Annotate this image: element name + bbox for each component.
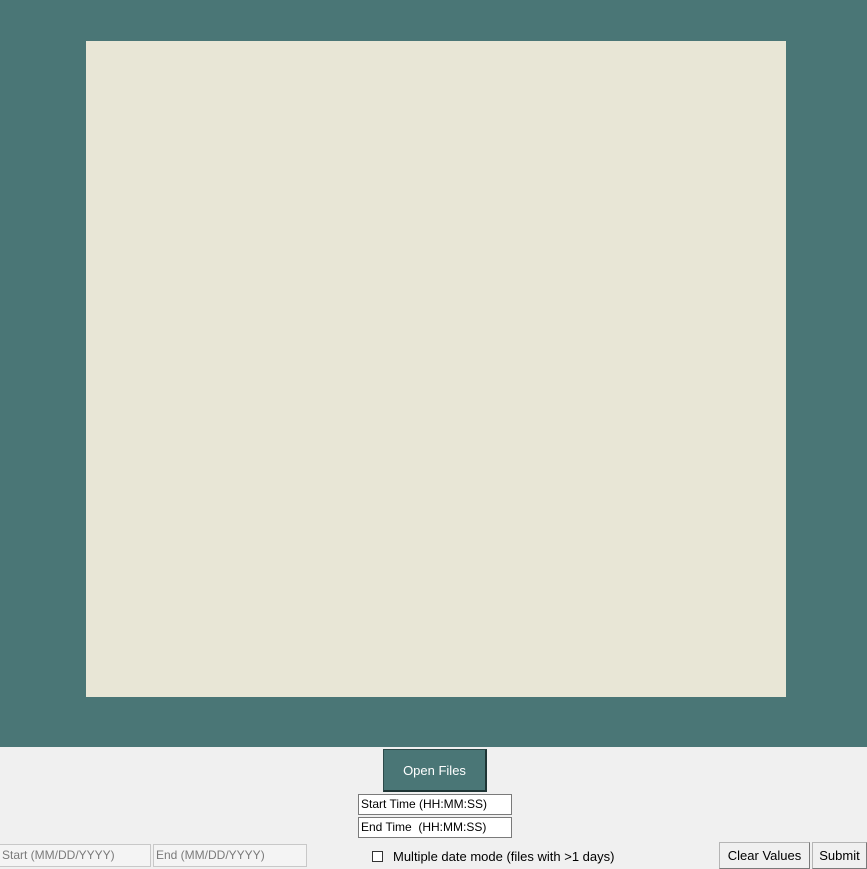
- start-time-field[interactable]: Start Time (HH:MM:SS): [358, 794, 512, 815]
- multiple-date-mode-toggle[interactable]: Multiple date mode (files with >1 days): [372, 846, 614, 866]
- canvas-frame: [0, 0, 867, 747]
- start-date-field[interactable]: Start (MM/DD/YYYY): [0, 844, 151, 867]
- end-date-field[interactable]: End (MM/DD/YYYY): [153, 844, 307, 867]
- clear-values-button[interactable]: Clear Values: [719, 842, 810, 869]
- submit-button[interactable]: Submit: [812, 842, 867, 869]
- multiple-date-mode-label: Multiple date mode (files with >1 days): [393, 848, 615, 864]
- drawing-canvas[interactable]: [86, 41, 786, 697]
- end-time-field[interactable]: End Time (HH:MM:SS): [358, 817, 512, 838]
- multiple-date-mode-checkbox[interactable]: [372, 850, 383, 862]
- app-window: Open Files Start Time (HH:MM:SS) End Tim…: [0, 0, 867, 869]
- open-files-button[interactable]: Open Files: [383, 749, 487, 792]
